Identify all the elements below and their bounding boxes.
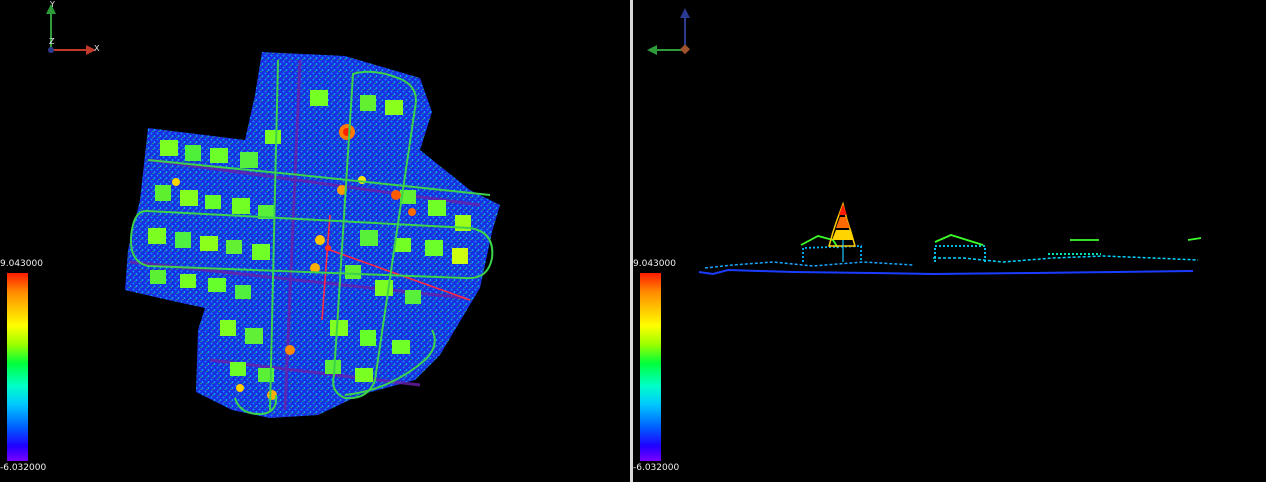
- scalar-max-label-side: 9.043000: [633, 259, 676, 269]
- ground-profile: [698, 255, 1199, 276]
- scalar-min-label: -6.032000: [0, 463, 47, 473]
- point-cloud-side: [698, 201, 1202, 276]
- scalar-color-bar-top: [7, 273, 28, 461]
- side-view-viewport[interactable]: 9.043000 -6.032000: [633, 0, 1266, 482]
- top-view-viewport[interactable]: Y X Z 9.043000 -6.032000: [0, 0, 630, 482]
- scalar-min-label-side: -6.032000: [633, 463, 680, 473]
- point-cloud-top: [125, 52, 500, 418]
- scalar-color-bar-side: [640, 273, 661, 461]
- tree-profile: [828, 201, 856, 262]
- building-profiles: [800, 234, 1202, 262]
- scalar-max-label: 9.043000: [0, 259, 43, 269]
